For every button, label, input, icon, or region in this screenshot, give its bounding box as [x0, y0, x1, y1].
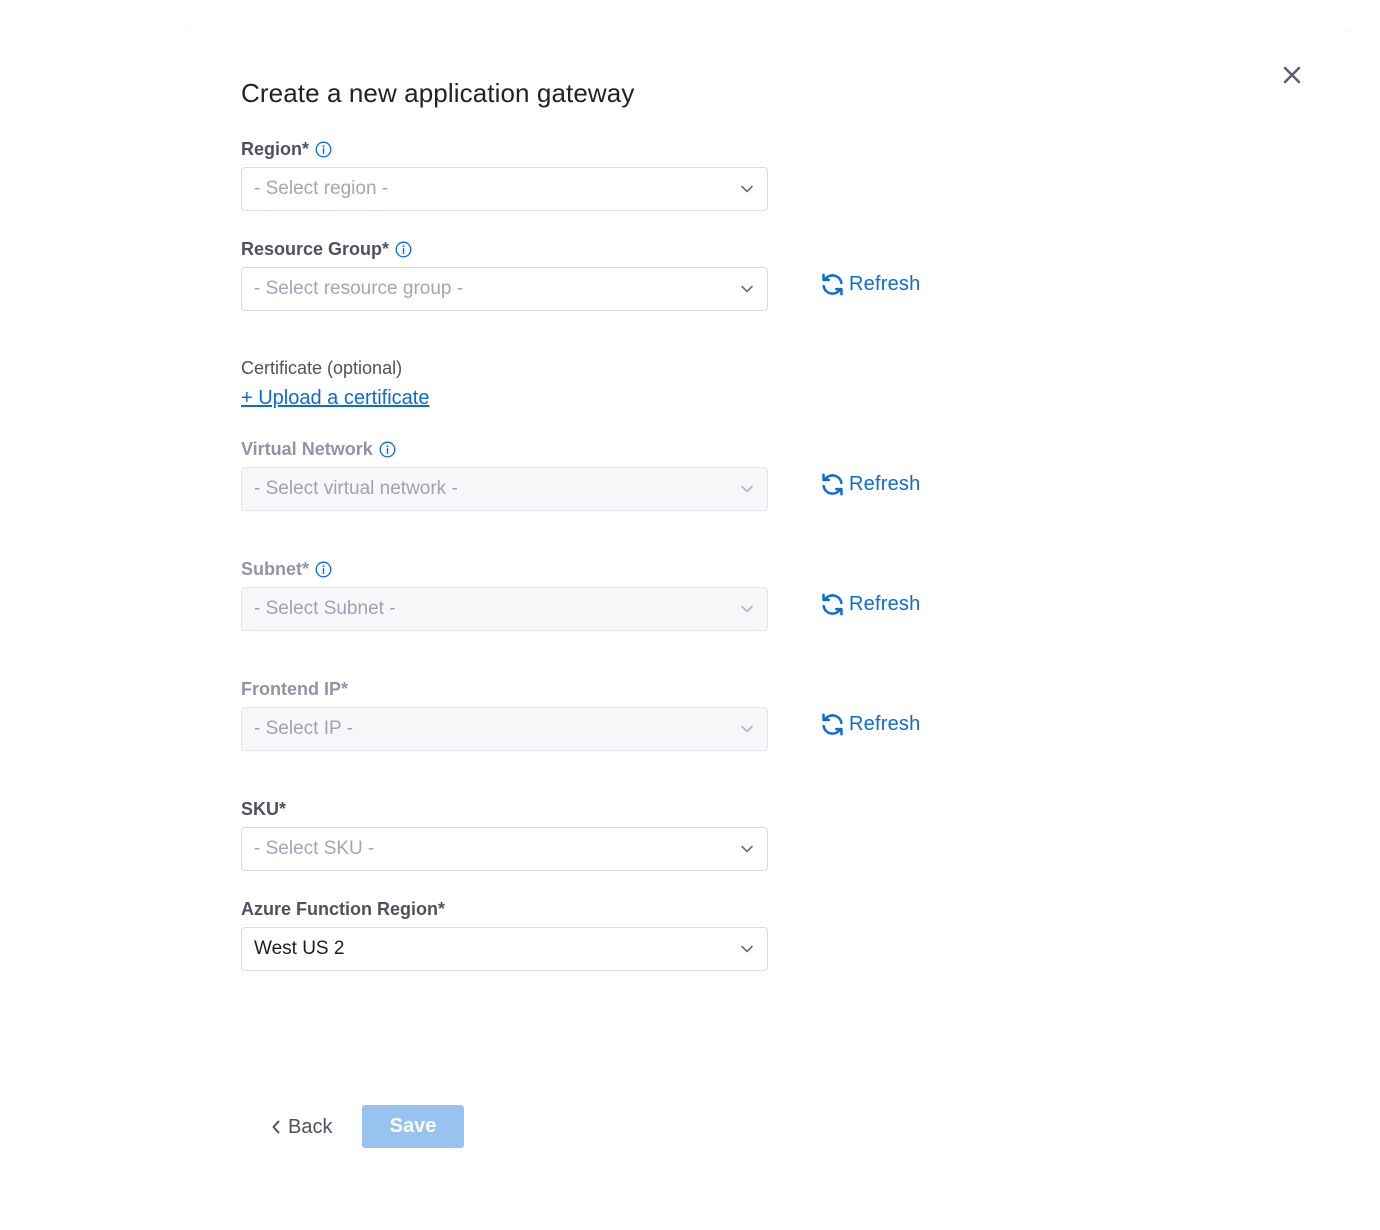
region-select[interactable]: - Select region -: [241, 167, 768, 211]
frontend-ip-label-text: Frontend IP*: [241, 678, 348, 699]
frontend-ip-select[interactable]: - Select IP -: [241, 707, 768, 751]
virtual-network-select[interactable]: - Select virtual network -: [241, 467, 768, 511]
sku-select[interactable]: - Select SKU -: [241, 827, 768, 871]
upload-certificate-link[interactable]: + Upload a certificate: [241, 387, 429, 410]
frontend-ip-select-placeholder: - Select IP -: [254, 718, 353, 739]
refresh-label: Refresh: [849, 712, 921, 735]
virtual-network-label-text: Virtual Network: [241, 438, 373, 459]
refresh-icon: [820, 712, 845, 737]
sku-select-placeholder: - Select SKU -: [254, 838, 375, 859]
refresh-label: Refresh: [849, 472, 921, 495]
resource-group-label: Resource Group*: [241, 238, 412, 260]
frontend-ip-label: Frontend IP*: [241, 678, 348, 700]
close-button[interactable]: [1280, 63, 1304, 87]
subnet-select[interactable]: - Select Subnet -: [241, 587, 768, 631]
region-select-placeholder: - Select region -: [254, 178, 389, 199]
refresh-icon: [820, 472, 845, 497]
chevron-left-icon: [270, 1119, 282, 1135]
back-button[interactable]: Back: [270, 1108, 332, 1146]
subnet-label-text: Subnet*: [241, 558, 310, 579]
azure-function-region-label: Azure Function Region*: [241, 898, 445, 920]
refresh-resource-group-button[interactable]: Refresh: [820, 271, 920, 297]
subnet-select-placeholder: - Select Subnet -: [254, 598, 396, 619]
refresh-label: Refresh: [849, 272, 921, 295]
refresh-label: Refresh: [849, 592, 921, 615]
chevron-down-icon: [740, 282, 754, 296]
azure-function-region-select[interactable]: West US 2: [241, 927, 768, 971]
dialog-title: Create a new application gateway: [241, 78, 635, 108]
info-icon[interactable]: [315, 141, 332, 158]
info-icon[interactable]: [395, 241, 412, 258]
certificate-label-text: Certificate (optional): [241, 357, 403, 378]
resource-group-label-text: Resource Group*: [241, 238, 390, 259]
subnet-label: Subnet*: [241, 558, 332, 580]
resource-group-select[interactable]: - Select resource group -: [241, 267, 768, 311]
info-icon[interactable]: [315, 561, 332, 578]
back-label: Back: [288, 1115, 333, 1138]
chevron-down-icon: [740, 602, 754, 616]
sku-label: SKU*: [241, 798, 286, 820]
create-gateway-dialog: Create a new application gateway Region*…: [0, 0, 1380, 1230]
virtual-network-select-placeholder: - Select virtual network -: [254, 478, 458, 499]
chevron-down-icon: [740, 842, 754, 856]
refresh-virtual-network-button[interactable]: Refresh: [820, 471, 920, 497]
sku-label-text: SKU*: [241, 798, 287, 819]
info-icon[interactable]: [379, 441, 396, 458]
resource-group-select-placeholder: - Select resource group -: [254, 278, 464, 299]
refresh-icon: [820, 592, 845, 617]
corner-marker: [1348, 30, 1349, 31]
region-label-text: Region*: [241, 138, 310, 159]
chevron-down-icon: [740, 182, 754, 196]
chevron-down-icon: [740, 482, 754, 496]
azure-function-region-value: West US 2: [254, 938, 345, 959]
chevron-down-icon: [740, 942, 754, 956]
corner-marker: [186, 30, 187, 31]
virtual-network-label: Virtual Network: [241, 438, 396, 460]
refresh-frontend-ip-button[interactable]: Refresh: [820, 711, 920, 737]
save-button[interactable]: Save: [362, 1105, 464, 1148]
refresh-icon: [820, 272, 845, 297]
certificate-label: Certificate (optional): [241, 357, 402, 379]
chevron-down-icon: [740, 722, 754, 736]
azure-function-region-label-text: Azure Function Region*: [241, 898, 445, 919]
close-icon: [1283, 66, 1301, 84]
region-label: Region*: [241, 138, 332, 160]
refresh-subnet-button[interactable]: Refresh: [820, 591, 920, 617]
